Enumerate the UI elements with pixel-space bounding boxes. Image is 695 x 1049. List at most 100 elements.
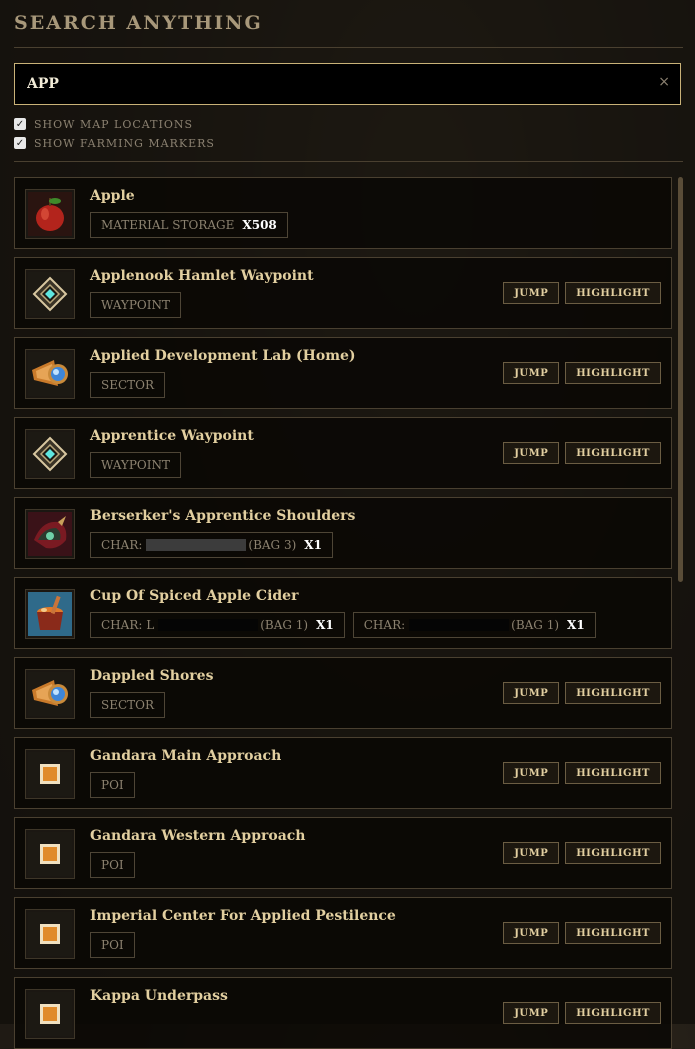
scrollbar[interactable]: [678, 177, 683, 582]
result-name: Applied Development Lab (Home): [90, 348, 356, 364]
type-badge: SECTOR: [90, 692, 166, 718]
result-row[interactable]: Gandara Western Approach POI JUMP HIGHLIGHT: [14, 817, 672, 889]
result-name: Gandara Main Approach: [90, 748, 282, 764]
highlight-button[interactable]: HIGHLIGHT: [565, 282, 661, 304]
waypoint-icon: [25, 269, 75, 319]
result-actions: JUMP HIGHLIGHT: [503, 362, 661, 384]
jump-button[interactable]: JUMP: [503, 762, 560, 784]
storage-badge: MATERIAL STORAGE X508: [90, 212, 288, 238]
badge-label: CHAR: l: [101, 618, 155, 632]
result-tags: POI: [90, 852, 135, 878]
badge-label: CHAR:: [101, 538, 143, 552]
jump-button[interactable]: JUMP: [503, 282, 560, 304]
cider-icon: [25, 589, 75, 639]
result-row[interactable]: Gandara Main Approach POI JUMP HIGHLIGHT: [14, 737, 672, 809]
result-row[interactable]: Dappled Shores SECTOR JUMP HIGHLIGHT: [14, 657, 672, 729]
divider: [14, 47, 683, 48]
result-actions: JUMP HIGHLIGHT: [503, 762, 661, 784]
result-row[interactable]: Berserker's Apprentice Shoulders CHAR: (BA…: [14, 497, 672, 569]
result-tags: SECTOR: [90, 692, 166, 718]
badge-label: CHAR:: [363, 618, 406, 632]
character-badge: CHAR: (BAG 3) X1: [90, 532, 333, 558]
badge-label: WAYPOINT: [101, 458, 170, 472]
type-badge: WAYPOINT: [90, 452, 181, 478]
highlight-button[interactable]: HIGHLIGHT: [565, 922, 661, 944]
result-tags: CHAR: (BAG 3) X1: [90, 532, 333, 558]
jump-button[interactable]: JUMP: [503, 1002, 560, 1024]
result-name: Berserker's Apprentice Shoulders: [90, 508, 356, 524]
jump-button[interactable]: JUMP: [503, 922, 560, 944]
result-row[interactable]: Kappa Underpass JUMP HIGHLIGHT: [14, 977, 672, 1049]
result-actions: JUMP HIGHLIGHT: [503, 282, 661, 304]
redacted-character-name: [158, 619, 259, 631]
search-input[interactable]: [15, 64, 635, 104]
redacted-character-name: [409, 619, 510, 631]
result-name: Apple: [90, 188, 135, 204]
poi-icon: [25, 989, 75, 1039]
jump-button[interactable]: JUMP: [503, 442, 560, 464]
badge-label: POI: [101, 778, 124, 792]
redacted-character-name: [146, 539, 247, 551]
result-name: Gandara Western Approach: [90, 828, 306, 844]
result-name: Apprentice Waypoint: [90, 428, 254, 444]
jump-button[interactable]: JUMP: [503, 682, 560, 704]
type-badge: POI: [90, 772, 135, 798]
type-badge: POI: [90, 852, 135, 878]
result-name: Dappled Shores: [90, 668, 214, 684]
badge-label: SECTOR: [101, 378, 155, 392]
type-badge: SECTOR: [90, 372, 166, 398]
result-name: Imperial Center For Applied Pestilence: [90, 908, 396, 924]
type-badge: WAYPOINT: [90, 292, 181, 318]
jump-button[interactable]: JUMP: [503, 842, 560, 864]
result-row[interactable]: Applenook Hamlet Waypoint WAYPOINT JUMP HIG…: [14, 257, 672, 329]
highlight-button[interactable]: HIGHLIGHT: [565, 1002, 661, 1024]
bag-label: (BAG 1): [511, 618, 560, 632]
apple-icon: [25, 189, 75, 239]
result-name: Cup Of Spiced Apple Cider: [90, 588, 299, 604]
badge-label: MATERIAL STORAGE: [101, 218, 235, 232]
badge-label: POI: [101, 938, 124, 952]
search-panel: SEARCH ANYTHING × ✓ SHOW MAP LOCATIONS ✓…: [0, 0, 695, 1049]
clear-icon[interactable]: ×: [658, 74, 670, 90]
result-row[interactable]: Imperial Center For Applied Pestilence PO…: [14, 897, 672, 969]
quantity: X508: [242, 218, 277, 232]
highlight-button[interactable]: HIGHLIGHT: [565, 442, 661, 464]
result-row[interactable]: Apprentice Waypoint WAYPOINT JUMP HIGHLIGHT: [14, 417, 672, 489]
badge-label: POI: [101, 858, 124, 872]
shoulders-icon: [25, 509, 75, 559]
divider: [14, 161, 683, 162]
poi-icon: [25, 909, 75, 959]
result-tags: SECTOR: [90, 372, 166, 398]
quantity: X1: [304, 538, 322, 552]
checkbox-checked-icon[interactable]: ✓: [14, 118, 26, 130]
result-row[interactable]: Cup Of Spiced Apple Cider CHAR: l (BAG 1) X…: [14, 577, 672, 649]
badge-label: SECTOR: [101, 698, 155, 712]
search-box[interactable]: ×: [14, 63, 681, 105]
jump-button[interactable]: JUMP: [503, 362, 560, 384]
result-actions: JUMP HIGHLIGHT: [503, 1002, 661, 1024]
type-badge: POI: [90, 932, 135, 958]
poi-icon: [25, 749, 75, 799]
character-badge: CHAR: l (BAG 1) X1: [90, 612, 345, 638]
poi-icon: [25, 829, 75, 879]
result-row[interactable]: Applied Development Lab (Home) SECTOR JUMP…: [14, 337, 672, 409]
waypoint-icon: [25, 429, 75, 479]
highlight-button[interactable]: HIGHLIGHT: [565, 842, 661, 864]
result-name: Kappa Underpass: [90, 988, 228, 1004]
highlight-button[interactable]: HIGHLIGHT: [565, 362, 661, 384]
quantity: X1: [567, 618, 585, 632]
bag-label: (BAG 1): [260, 618, 309, 632]
result-actions: JUMP HIGHLIGHT: [503, 922, 661, 944]
option-show-map-locations[interactable]: ✓ SHOW MAP LOCATIONS: [14, 116, 193, 132]
checkbox-checked-icon[interactable]: ✓: [14, 137, 26, 149]
result-row[interactable]: Apple MATERIAL STORAGE X508: [14, 177, 672, 249]
sector-icon: [25, 349, 75, 399]
result-name: Applenook Hamlet Waypoint: [90, 268, 314, 284]
highlight-button[interactable]: HIGHLIGHT: [565, 682, 661, 704]
option-label: SHOW FARMING MARKERS: [34, 136, 215, 150]
highlight-button[interactable]: HIGHLIGHT: [565, 762, 661, 784]
result-tags: POI: [90, 772, 135, 798]
result-tags: WAYPOINT: [90, 452, 181, 478]
option-show-farming-markers[interactable]: ✓ SHOW FARMING MARKERS: [14, 135, 215, 151]
result-tags: POI: [90, 932, 135, 958]
